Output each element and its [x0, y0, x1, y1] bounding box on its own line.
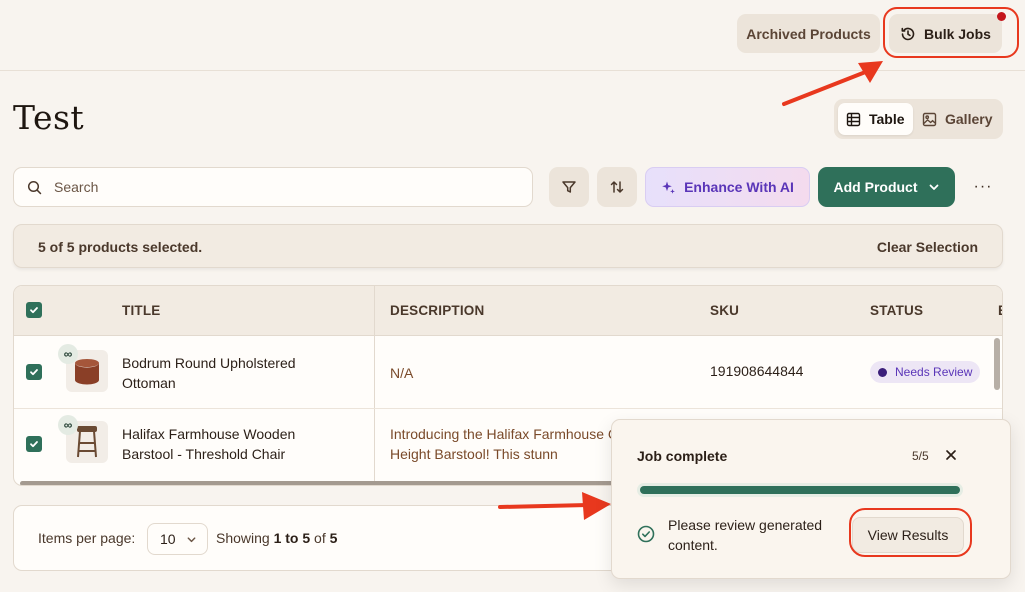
table-icon: [846, 112, 861, 126]
check-icon: [30, 307, 38, 314]
items-per-page-value: 10: [160, 531, 176, 547]
showing-total: 5: [329, 530, 338, 546]
product-description: N/A: [390, 365, 414, 381]
table-row[interactable]: ∞ Bodrum Round Upholstered Ottoman N/A 1…: [14, 336, 1002, 408]
toast-title: Job complete: [637, 448, 728, 464]
clear-selection-button[interactable]: Clear Selection: [877, 239, 978, 255]
view-results-highlight: [849, 508, 972, 557]
archived-products-label: Archived Products: [746, 25, 871, 42]
status-badge: Needs Review: [870, 361, 981, 383]
annotation-arrow-icon: [498, 492, 611, 520]
table-view-label: Table: [869, 111, 905, 127]
bundle-badge: ∞: [58, 344, 78, 364]
filter-icon: [562, 181, 576, 193]
showing-text: Showing 1 to 5 of 5: [216, 530, 337, 546]
table-header: TITLE DESCRIPTION SKU STATUS B: [14, 286, 1002, 336]
product-sku: 191908644844: [710, 363, 804, 379]
bundle-badge: ∞: [58, 415, 78, 435]
gallery-view-label: Gallery: [945, 111, 993, 127]
close-icon: [946, 450, 956, 460]
toast-count: 5/5: [912, 449, 929, 463]
column-header-description[interactable]: DESCRIPTION: [390, 303, 484, 318]
enhance-with-ai-button[interactable]: Enhance With AI: [645, 167, 810, 207]
toast-message: Please review generated content.: [668, 517, 823, 553]
sort-icon: [610, 181, 624, 193]
row-checkbox[interactable]: [26, 364, 42, 380]
bulk-jobs-highlight: [883, 7, 1019, 58]
gallery-view-button[interactable]: Gallery: [914, 103, 1000, 135]
progress-bar: [637, 483, 963, 497]
page-title: Test: [13, 98, 85, 137]
product-title[interactable]: Bodrum Round Upholstered Ottoman: [122, 353, 342, 393]
selection-banner: 5 of 5 products selected. Clear Selectio…: [13, 224, 1003, 268]
status-label: Needs Review: [895, 365, 973, 379]
progress-fill: [640, 486, 960, 494]
search-input[interactable]: [54, 179, 494, 195]
check-circle-icon: [637, 525, 655, 543]
table-view-button[interactable]: Table: [838, 103, 913, 135]
showing-of: of: [310, 530, 330, 546]
column-header-title[interactable]: TITLE: [122, 303, 161, 318]
chevron-down-icon: [187, 536, 196, 542]
sparkle-icon: [662, 181, 675, 194]
add-product-button[interactable]: Add Product: [818, 167, 955, 207]
select-all-checkbox[interactable]: [26, 302, 42, 318]
close-button[interactable]: [942, 446, 960, 464]
items-per-page-label: Items per page:: [38, 530, 136, 546]
check-icon: [30, 369, 38, 376]
image-icon: [922, 112, 937, 126]
check-icon: [30, 441, 38, 448]
row-checkbox[interactable]: [26, 436, 42, 452]
column-header-status[interactable]: STATUS: [870, 303, 923, 318]
archived-products-button[interactable]: Archived Products: [737, 14, 880, 53]
product-title[interactable]: Halifax Farmhouse Wooden Barstool - Thre…: [122, 424, 342, 464]
chevron-down-icon: [929, 184, 938, 190]
sort-button[interactable]: [597, 167, 637, 207]
filter-button[interactable]: [549, 167, 589, 207]
search-box: [13, 167, 533, 207]
view-toggle: Table Gallery: [834, 99, 1003, 139]
status-dot: [878, 367, 887, 377]
search-icon: [27, 180, 42, 194]
enhance-with-ai-label: Enhance With AI: [684, 179, 794, 195]
column-header-truncated[interactable]: B: [998, 303, 1002, 318]
more-options-button[interactable]: ···: [965, 167, 1001, 207]
selection-count-text: 5 of 5 products selected.: [38, 239, 203, 255]
column-header-sku[interactable]: SKU: [710, 303, 739, 318]
showing-range: 1 to 5: [273, 530, 311, 546]
more-icon: ···: [973, 178, 993, 195]
items-per-page-select[interactable]: 10: [147, 523, 208, 555]
add-product-label: Add Product: [833, 179, 918, 195]
showing-prefix: Showing: [216, 530, 274, 546]
vertical-scrollbar[interactable]: [994, 338, 1000, 390]
